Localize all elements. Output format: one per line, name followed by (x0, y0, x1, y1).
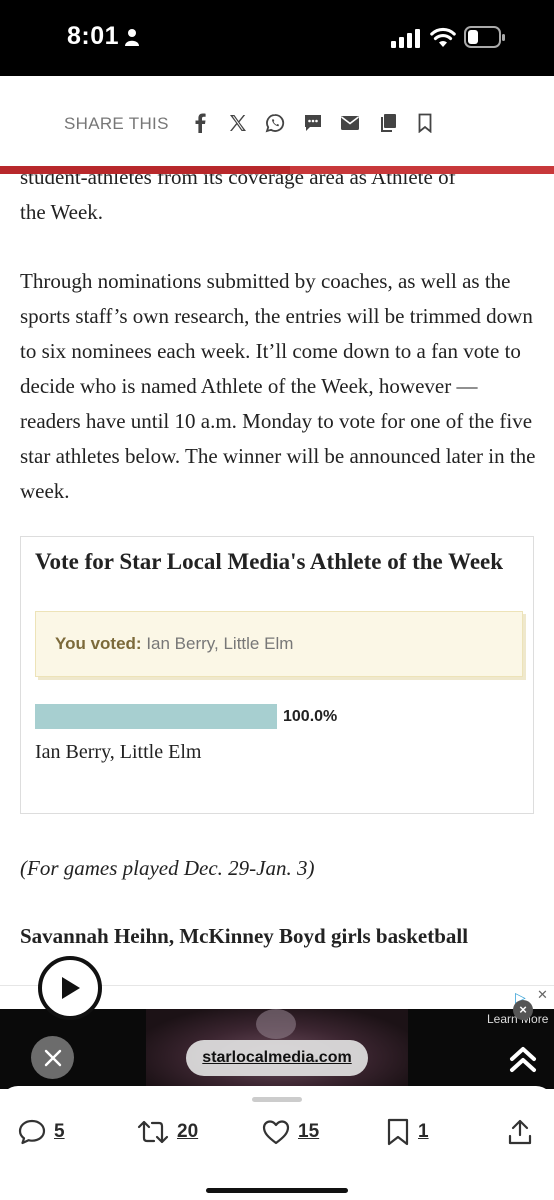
sms-icon[interactable] (302, 112, 324, 134)
like-button[interactable]: 15 (262, 1118, 319, 1146)
paragraph-1-line-2: the Week. (20, 200, 104, 224)
close-icon (44, 1049, 61, 1066)
poll-result-name: Ian Berry, Little Elm (35, 741, 202, 763)
reply-button[interactable]: 5 (18, 1118, 65, 1146)
games-note: (For games played Dec. 29-Jan. 3) (20, 856, 315, 880)
scroll-to-top-icon[interactable] (509, 1044, 537, 1074)
poll-result-percent: 100.0% (283, 708, 338, 725)
cellular-signal-icon (391, 29, 420, 48)
voted-value: Ian Berry, Little Elm (146, 634, 294, 653)
person-icon (125, 29, 139, 46)
like-count: 15 (298, 1121, 320, 1142)
repost-button[interactable]: 20 (137, 1118, 198, 1146)
poll-result-bar (35, 704, 277, 729)
ad-url-button[interactable]: starlocalmedia.com (186, 1040, 368, 1076)
status-bar: 8:01 (0, 0, 554, 76)
athlete-heading: Savannah Heihn, McKinney Boyd girls bask… (20, 924, 469, 948)
email-icon[interactable] (339, 112, 361, 134)
status-time: 8:01 (67, 22, 120, 50)
facebook-icon[interactable] (189, 112, 211, 134)
share-bar: SHARE THIS (0, 76, 554, 166)
wifi-icon (430, 27, 456, 47)
reply-count: 5 (54, 1121, 65, 1142)
share-icon (508, 1119, 532, 1145)
poll-widget: Vote for Star Local Media's Athlete of t… (20, 536, 534, 814)
bookmark-outline-icon (387, 1118, 409, 1146)
poll-title: Vote for Star Local Media's Athlete of t… (35, 549, 504, 574)
bookmark-count: 1 (418, 1121, 429, 1142)
whatsapp-icon[interactable] (264, 112, 286, 134)
play-icon (62, 977, 80, 999)
voted-notice: You voted: Ian Berry, Little Elm (35, 611, 523, 677)
repost-icon (137, 1120, 169, 1144)
battery-icon (464, 26, 505, 48)
ad-close-x-icon[interactable]: ✕ (537, 987, 548, 1003)
ad-dismiss-icon[interactable]: × (513, 1000, 533, 1020)
video-play-button[interactable] (38, 956, 102, 1020)
post-action-bar: 5 20 15 1 (0, 1086, 554, 1200)
home-indicator (206, 1188, 348, 1193)
article-paragraph-2: Through nominations submitted by coaches… (20, 269, 536, 503)
ad-close-button[interactable] (31, 1036, 74, 1079)
copy-icon[interactable] (377, 112, 399, 134)
share-post-button[interactable] (508, 1118, 532, 1146)
repost-count: 20 (177, 1121, 199, 1142)
reply-icon (18, 1119, 46, 1145)
heart-icon (262, 1120, 290, 1145)
bookmark-icon[interactable] (414, 112, 436, 134)
bookmark-post-button[interactable]: 1 (386, 1118, 429, 1146)
share-label: SHARE THIS (64, 114, 169, 133)
sheet-grabber[interactable] (252, 1097, 302, 1102)
progress-rule (0, 166, 554, 174)
voted-label: You voted: (55, 634, 142, 653)
x-icon[interactable] (227, 112, 249, 134)
